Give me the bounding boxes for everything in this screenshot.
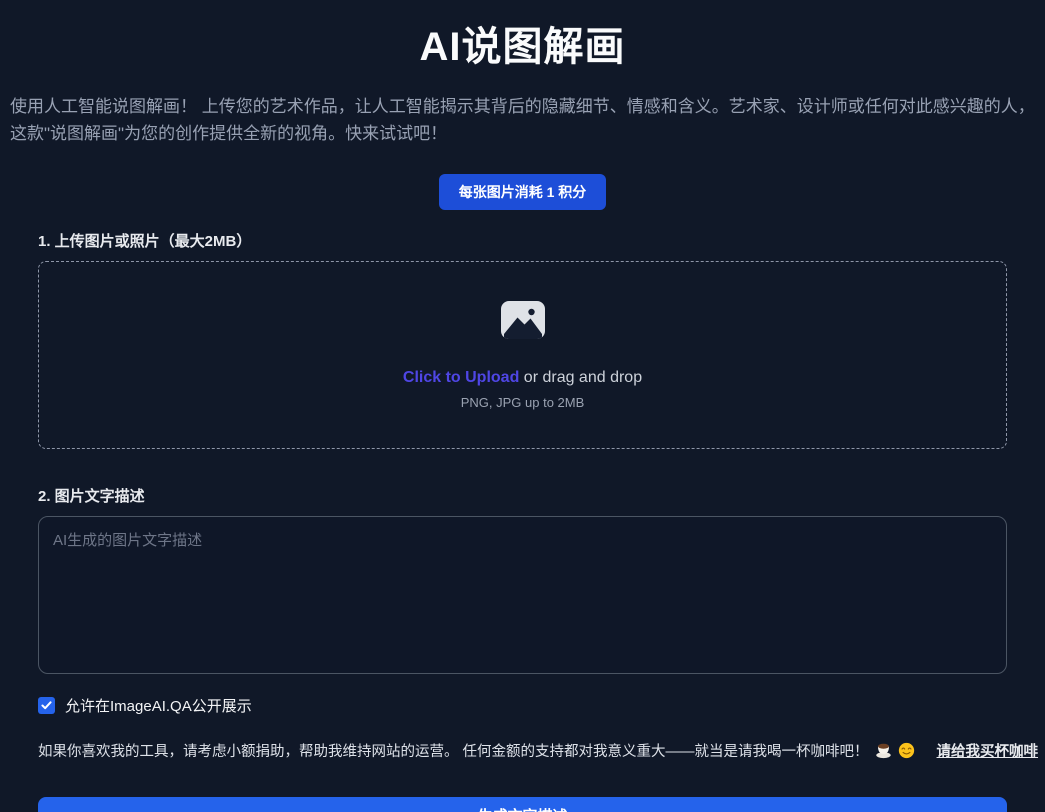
page-description: 使用人工智能说图解画！ 上传您的艺术作品，让人工智能揭示其背后的隐藏细节、情感和… xyxy=(10,93,1035,147)
smile-emoji-icon xyxy=(898,742,915,759)
file-type-hint: PNG, JPG up to 2MB xyxy=(461,395,585,410)
page-title: AI说图解画 xyxy=(10,14,1035,72)
drag-drop-hint: or drag and drop xyxy=(519,369,642,386)
image-description-textarea[interactable] xyxy=(38,516,1007,674)
credit-badge-row: 每张图片消耗 1 积分 xyxy=(10,174,1035,210)
upload-section-label: 1. 上传图片或照片（最大2MB） xyxy=(38,230,1007,251)
public-display-row: 允许在ImageAI.QA公开展示 xyxy=(38,695,1007,716)
main-form: 1. 上传图片或照片（最大2MB） Click to Upload or dra… xyxy=(38,230,1007,812)
donation-row: 如果你喜欢我的工具，请考虑小额捐助，帮助我维持网站的运营。 任何金额的支持都对我… xyxy=(38,740,1007,761)
credit-cost-badge: 每张图片消耗 1 积分 xyxy=(439,174,607,210)
image-photo-icon xyxy=(501,301,545,344)
public-display-checkbox[interactable] xyxy=(38,697,55,714)
buy-coffee-link[interactable]: 请给我买杯咖啡 xyxy=(937,740,1039,761)
upload-dropzone[interactable]: Click to Upload or drag and drop PNG, JP… xyxy=(38,261,1007,449)
description-section-label: 2. 图片文字描述 xyxy=(38,485,1007,506)
upload-instructions: Click to Upload or drag and drop xyxy=(403,369,642,387)
public-display-label[interactable]: 允许在ImageAI.QA公开展示 xyxy=(65,695,252,716)
click-to-upload-link[interactable]: Click to Upload xyxy=(403,369,519,386)
page: AI说图解画 使用人工智能说图解画！ 上传您的艺术作品，让人工智能揭示其背后的隐… xyxy=(0,0,1045,812)
coffee-emoji-icon xyxy=(875,742,892,759)
donation-text: 如果你喜欢我的工具，请考虑小额捐助，帮助我维持网站的运营。 任何金额的支持都对我… xyxy=(38,740,869,761)
generate-description-button[interactable]: 生成文字描述 xyxy=(38,797,1007,812)
